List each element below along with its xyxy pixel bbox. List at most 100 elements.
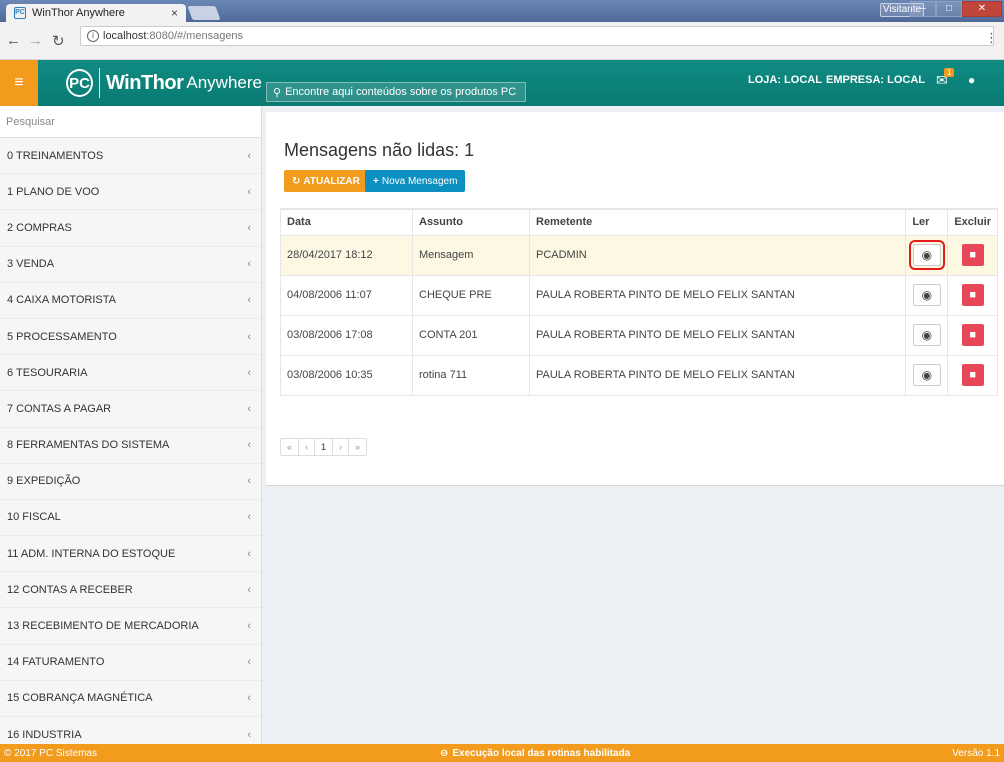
browser-menu-icon[interactable]: ⋮ [985,30,998,46]
sidebar-item-recebimento[interactable]: 13 RECEBIMENTO DE MERCADORIA ‹ [0,608,261,645]
trash-icon: ■ [969,289,976,301]
message-date: 03/08/2006 17:08 [280,314,413,356]
brand-subtitle: Anywhere [186,73,262,92]
read-message-button[interactable]: ◉ [912,284,941,306]
read-message-button[interactable]: ◉ [908,240,945,270]
sidebar-item-label: 8 FERRAMENTAS DO SISTEMA [7,439,170,452]
logo-divider [99,68,100,98]
chevron-left-icon: ‹ [247,656,251,669]
chevron-left-icon: ‹ [247,402,251,415]
sidebar-item-venda[interactable]: 3 VENDA ‹ [0,247,261,283]
delete-message-button[interactable]: ■ [961,324,984,346]
chevron-left-icon: ‹ [247,258,251,271]
sidebar-item-label: 15 COBRANÇA MAGNÉTICA [7,692,153,705]
lock-icon: ⊖ [440,747,449,759]
current-page-button[interactable]: 1 [315,439,334,455]
column-header-date[interactable]: Data [280,208,413,236]
message-date: 03/08/2006 10:35 [280,354,413,396]
sidebar-item-fiscal[interactable]: 10 FISCAL ‹ [0,500,261,537]
tab-title: WinThor Anywhere [32,7,125,19]
read-cell: ◉ [905,234,949,276]
message-subject: Mensagem [412,234,530,276]
table-row[interactable]: 28/04/2017 18:12 Mensagem PCADMIN ◉ ■ [280,234,998,276]
new-message-label: Nova Mensagem [381,175,458,187]
chevron-left-icon: ‹ [247,511,251,524]
reload-icon[interactable]: ↻ [52,32,65,50]
sidebar-item-expedicao[interactable]: 9 EXPEDIÇÃO ‹ [0,464,261,500]
sidebar-item-plano-de-voo[interactable]: 1 PLANO DE VOO ‹ [0,174,261,211]
minimize-icon[interactable]: – [910,1,936,17]
read-message-button[interactable]: ◉ [912,364,941,386]
table-row[interactable]: 03/08/2006 17:08 CONTA 201 PAULA ROBERTA… [280,314,998,356]
content-search-input[interactable]: ⚲ Encontre aqui conteúdos sobre os produ… [266,82,526,102]
message-subject: CHEQUE PRE [412,274,530,316]
column-header-delete: Excluir [947,208,998,236]
sidebar-item-cobranca[interactable]: 15 COBRANÇA MAGNÉTICA ‹ [0,681,261,717]
message-subject: rotina 711 [412,354,530,396]
url-bar[interactable]: i localhost:8080/#/mensagens [80,26,994,46]
prev-page-button[interactable]: ‹ [299,439,316,455]
sidebar-item-label: 12 CONTAS A RECEBER [7,583,133,596]
sidebar-item-ferramentas[interactable]: 8 FERRAMENTAS DO SISTEMA ‹ [0,428,261,464]
hamburger-menu-icon[interactable]: ≡ [0,60,38,106]
sidebar-item-industria[interactable]: 16 INDUSTRIA ‹ [0,717,261,744]
last-page-button[interactable]: » [349,439,366,455]
refresh-button[interactable]: ↻ ATUALIZAR [284,170,368,192]
column-header-sender[interactable]: Remetente [528,208,907,236]
sidebar-item-contas-a-receber[interactable]: 12 CONTAS A RECEBER ‹ [0,572,261,609]
eye-icon: ◉ [921,248,933,262]
sidebar-item-compras[interactable]: 2 COMPRAS ‹ [0,210,261,247]
delete-message-button[interactable]: ■ [961,364,984,386]
delete-cell: ■ [947,354,998,396]
window-close-icon[interactable]: ✕ [962,1,1002,17]
company-label: EMPRESA: LOCAL [826,74,925,86]
browser-tab[interactable]: PC WinThor Anywhere × [6,4,186,22]
maximize-icon[interactable]: □ [936,1,962,17]
main-content: Mensagens não lidas: 1 ↻ ATUALIZAR + Nov… [263,106,1004,744]
pc-logo-mark: PC [66,69,94,97]
pagination: « ‹ 1 › » [280,438,368,456]
app-logo[interactable]: PC WinThor Anywhere [40,60,262,106]
sidebar-item-label: 5 PROCESSAMENTO [7,330,117,343]
chevron-left-icon: ‹ [247,439,251,452]
info-icon[interactable]: i [87,30,99,42]
chevron-left-icon: ‹ [247,692,251,705]
sidebar-item-tesouraria[interactable]: 6 TESOURARIA ‹ [0,355,261,392]
new-tab-button[interactable] [187,6,221,20]
next-page-button[interactable]: › [333,439,350,455]
column-header-subject[interactable]: Assunto [412,208,530,236]
delete-message-button[interactable]: ■ [961,244,984,266]
sidebar-item-label: 14 FATURAMENTO [7,656,105,669]
sidebar-item-treinamentos[interactable]: 0 TREINAMENTOS ‹ [0,138,261,175]
read-cell: ◉ [905,354,949,396]
tab-close-icon[interactable]: × [171,6,178,20]
trash-icon: ■ [969,249,976,261]
eye-icon: ◉ [921,368,933,382]
back-arrow-icon[interactable]: ← [6,32,21,49]
user-icon[interactable]: ● [968,73,975,87]
sidebar-item-label: 11 ADM. INTERNA DO ESTOQUE [7,547,176,560]
url-path: :8080/#/mensagens [146,30,244,42]
pc-favicon-icon: PC [14,7,26,19]
message-sender: PAULA ROBERTA PINTO DE MELO FELIX SANTAN [528,314,907,356]
sidebar-item-faturamento[interactable]: 14 FATURAMENTO ‹ [0,645,261,681]
sidebar-search-input[interactable]: Pesquisar [0,106,261,138]
table-row[interactable]: 03/08/2006 10:35 rotina 711 PAULA ROBERT… [280,354,998,396]
first-page-button[interactable]: « [281,439,300,455]
delete-message-button[interactable]: ■ [961,284,984,306]
table-row[interactable]: 04/08/2006 11:07 CHEQUE PRE PAULA ROBERT… [280,274,998,316]
sidebar-item-label: 7 CONTAS A PAGAR [7,402,112,415]
chevron-left-icon: ‹ [247,366,251,379]
message-sender: PAULA ROBERTA PINTO DE MELO FELIX SANTAN [528,274,907,316]
sidebar-item-processamento[interactable]: 5 PROCESSAMENTO ‹ [0,319,261,356]
forward-arrow-icon[interactable]: → [28,32,43,49]
sidebar-item-adm-estoque[interactable]: 11 ADM. INTERNA DO ESTOQUE ‹ [0,536,261,573]
sidebar-item-caixa-motorista[interactable]: 4 CAIXA MOTORISTA ‹ [0,283,261,319]
messages-count-badge: 1 [944,68,955,77]
sidebar-item-label: 0 TREINAMENTOS [7,149,104,162]
sidebar-item-contas-a-pagar[interactable]: 7 CONTAS A PAGAR ‹ [0,391,261,428]
chevron-left-icon: ‹ [247,330,251,343]
sidebar-item-label: 9 EXPEDIÇÃO [7,475,81,488]
new-message-button[interactable]: + Nova Mensagem [365,170,466,192]
read-message-button[interactable]: ◉ [912,324,941,346]
